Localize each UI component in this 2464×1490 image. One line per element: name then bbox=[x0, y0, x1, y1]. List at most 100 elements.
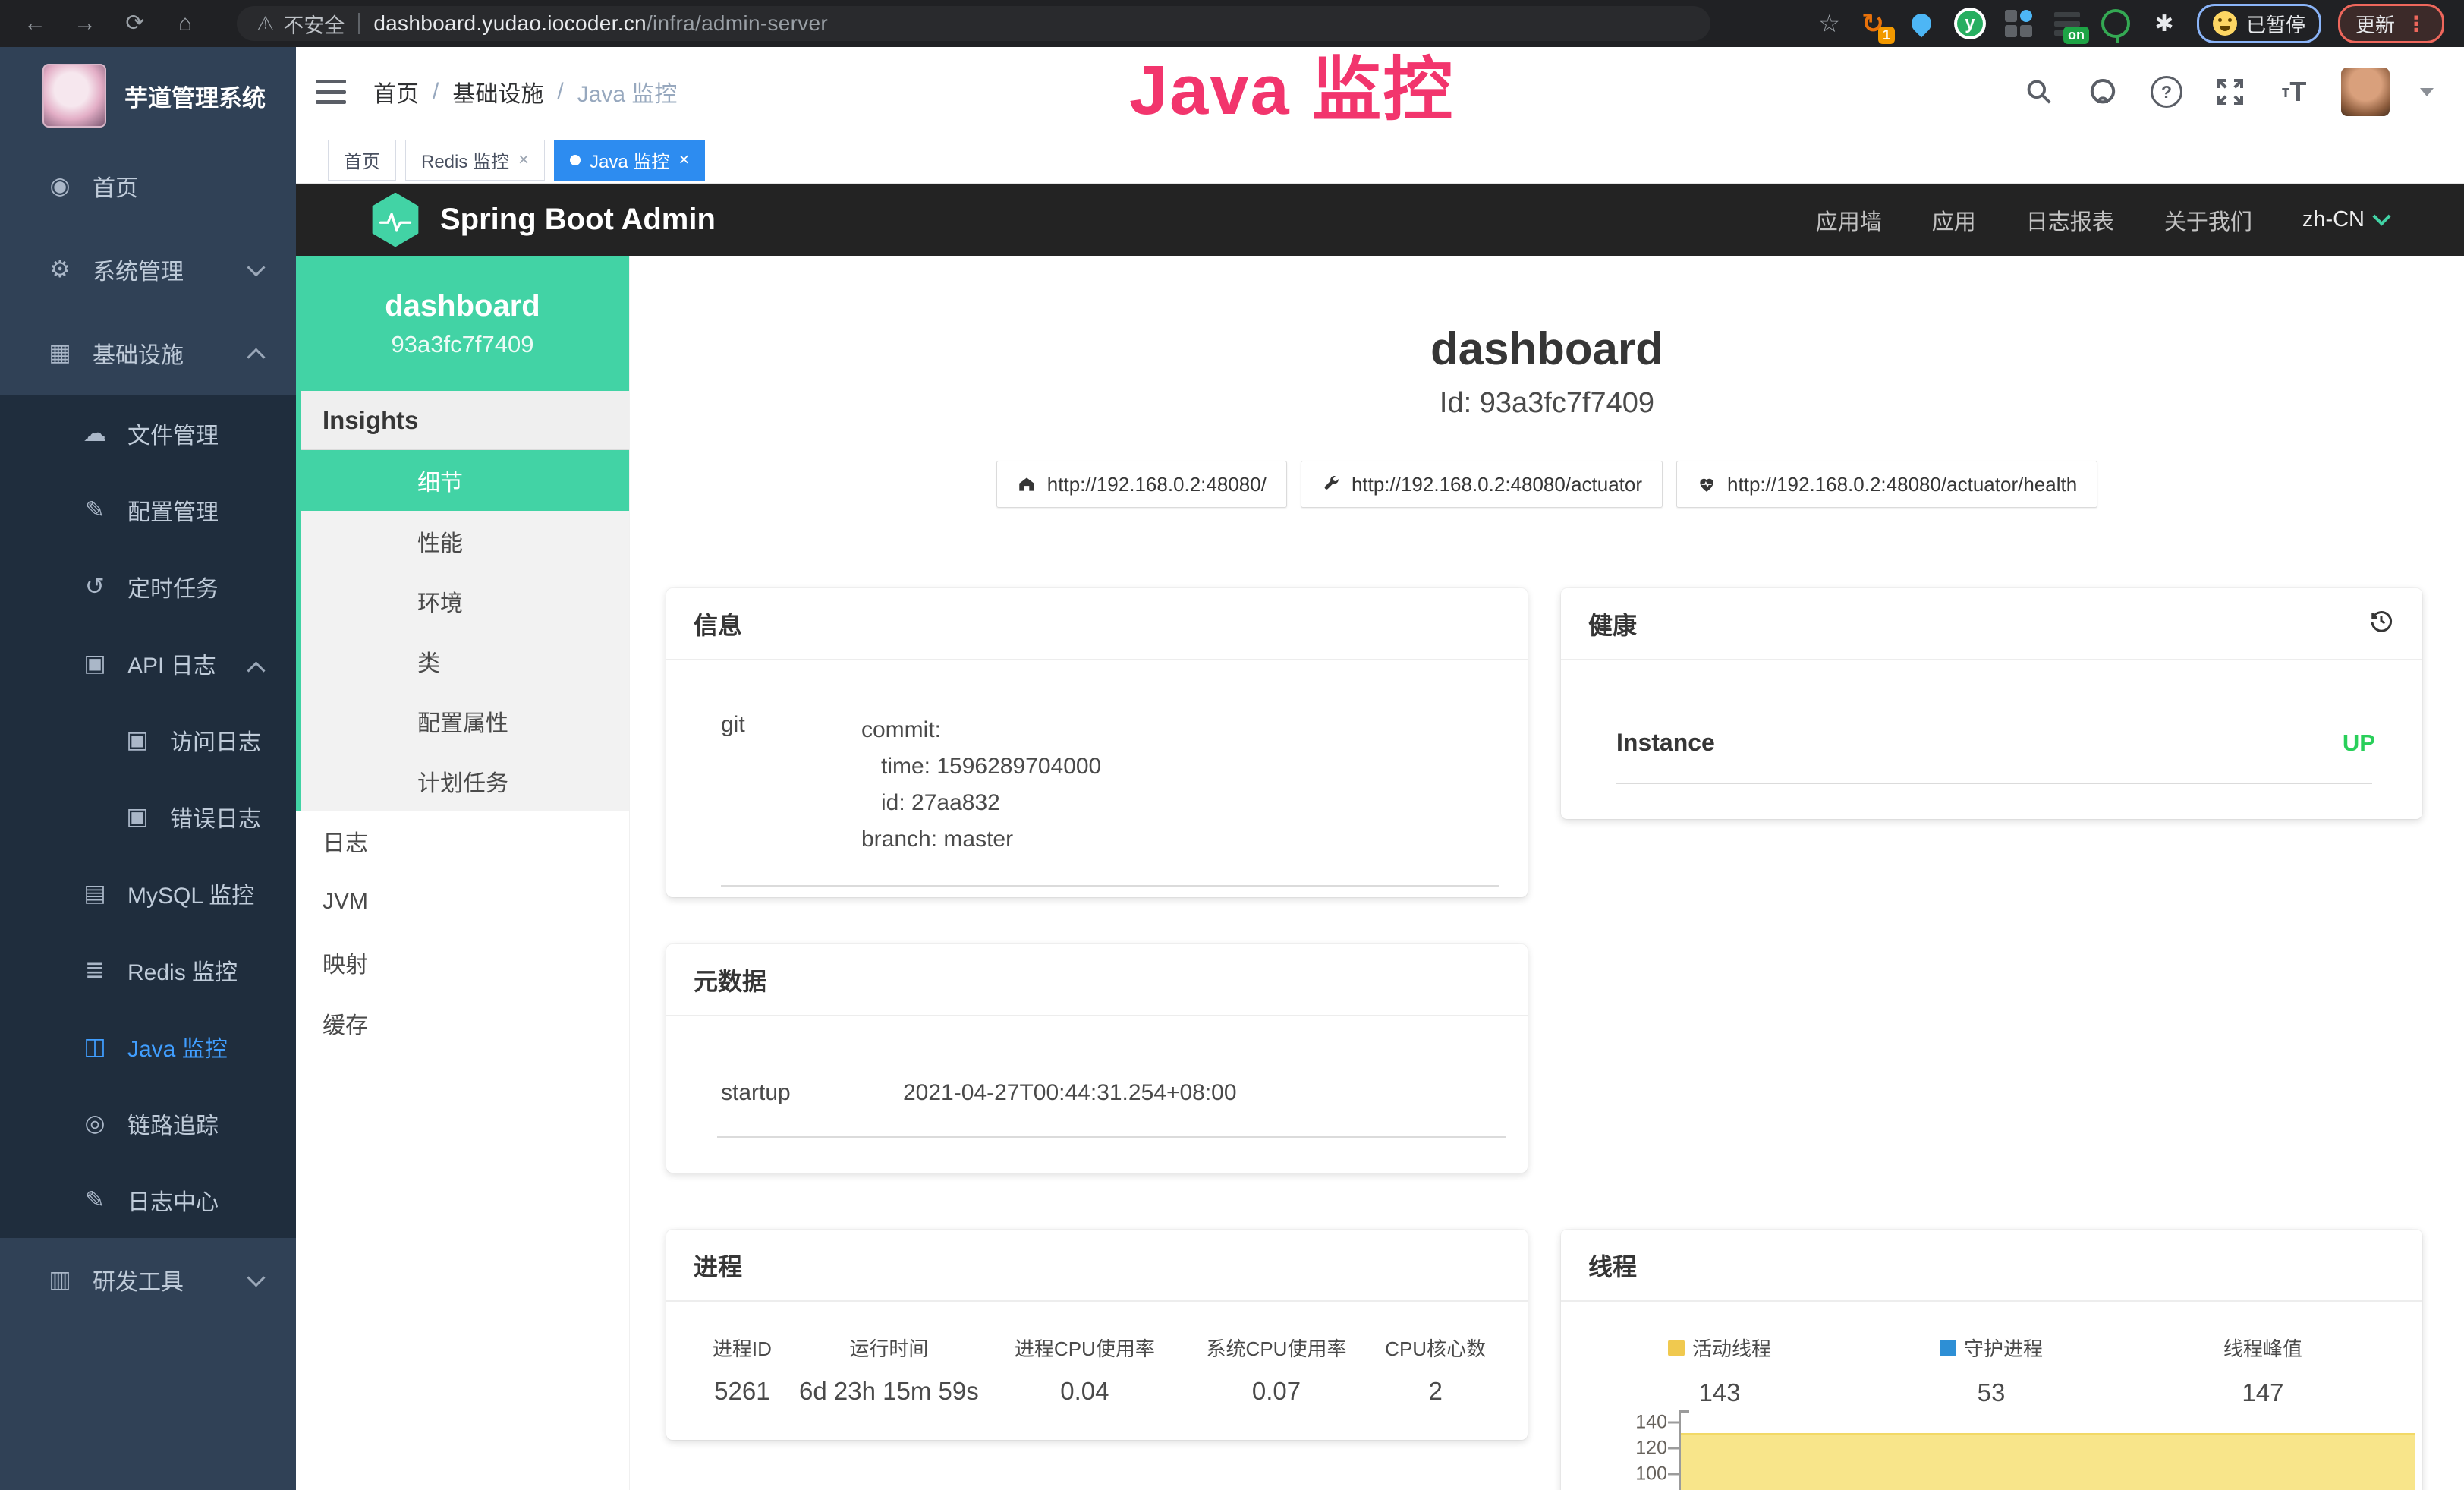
sidebar-item-mysql-monitor[interactable]: ▤ MySQL 监控 bbox=[0, 855, 296, 931]
service-url-button[interactable]: http://192.168.0.2:48080/ bbox=[996, 461, 1287, 508]
search-icon[interactable] bbox=[2022, 75, 2056, 109]
hamburger-icon[interactable] bbox=[316, 80, 346, 104]
eye-icon: ◎ bbox=[79, 1110, 111, 1137]
paused-badge[interactable]: 已暂停 bbox=[2197, 4, 2321, 43]
process-uptime: 6d 23h 15m 59s bbox=[795, 1377, 983, 1406]
screen: ← → ⟳ ⌂ ⚠ 不安全 dashboard.yudao.iocoder.cn… bbox=[0, 0, 2464, 1490]
sidebar-item-file-manage[interactable]: ☁ 文件管理 bbox=[0, 395, 296, 471]
sidebar: 芋道管理系统 ◉ 首页 ⚙ 系统管理 ▦ 基础设施 ☁ 文件管理 ✎ 配置管理 bbox=[0, 47, 296, 1490]
instance-header[interactable]: dashboard 93a3fc7f7409 bbox=[296, 256, 629, 391]
sidebar-item-api-log[interactable]: ▣ API 日志 bbox=[0, 625, 296, 701]
chevron-up-icon bbox=[247, 661, 265, 679]
info-key: git bbox=[721, 712, 861, 858]
process-card: 进程 进程ID 运行时间 进程CPU使用率 系统CPU使用率 CPU核心数 52… bbox=[666, 1230, 1528, 1440]
metadata-card: 元数据 startup 2021-04-27T00:44:31.254+08:0… bbox=[666, 944, 1528, 1173]
sba-nav-about[interactable]: 关于我们 bbox=[2164, 204, 2252, 236]
sidebar-item-java-monitor[interactable]: ◫ Java 监控 bbox=[0, 1008, 296, 1085]
sidebar-item-system[interactable]: ⚙ 系统管理 bbox=[0, 228, 296, 311]
health-url-button[interactable]: http://192.168.0.2:48080/actuator/health bbox=[1676, 461, 2097, 508]
app-logo-row[interactable]: 芋道管理系统 bbox=[0, 47, 296, 144]
sba-item-environment[interactable]: 环境 bbox=[301, 571, 629, 631]
info-card-title: 信息 bbox=[666, 588, 1528, 660]
sba-item-logs[interactable]: 日志 bbox=[296, 811, 629, 871]
edit-icon: ✎ bbox=[79, 496, 111, 524]
sba-item-classes[interactable]: 类 bbox=[301, 631, 629, 691]
update-button[interactable]: 更新 ⋮ bbox=[2338, 4, 2444, 43]
sidebar-item-access-log[interactable]: ▣ 访问日志 bbox=[0, 701, 296, 778]
status-badge: UP bbox=[2343, 729, 2375, 757]
close-icon[interactable]: × bbox=[678, 150, 689, 171]
instance-label[interactable]: Instance bbox=[1616, 729, 1715, 757]
tab-home[interactable]: 首页 bbox=[328, 140, 396, 181]
actuator-url-button[interactable]: http://192.168.0.2:48080/actuator bbox=[1301, 461, 1663, 508]
process-cpu: 0.04 bbox=[983, 1377, 1187, 1406]
tab-redis-monitor[interactable]: Redis 监控× bbox=[405, 140, 545, 181]
github-icon[interactable] bbox=[2086, 75, 2119, 109]
forward-button[interactable]: → bbox=[70, 8, 100, 39]
threads-legend: 活动线程 守护进程 线程峰值 bbox=[1561, 1334, 2422, 1362]
sba-item-jvm[interactable]: JVM bbox=[296, 871, 629, 932]
info-value: commit: time: 1596289704000 id: 27aa832 … bbox=[861, 712, 1101, 858]
extensions-puzzle-icon[interactable]: ✱ bbox=[2148, 8, 2180, 39]
address-bar[interactable]: ⚠ 不安全 dashboard.yudao.iocoder.cn/infra/a… bbox=[237, 6, 1710, 41]
extension-refresh-icon[interactable]: ↻1 bbox=[1857, 8, 1889, 39]
pin-extension-icon[interactable] bbox=[1905, 8, 1937, 39]
sba-section-insights: Insights bbox=[301, 391, 629, 450]
sba-item-details[interactable]: 细节 bbox=[301, 450, 629, 511]
sba-nav-journal[interactable]: 日志报表 bbox=[2026, 204, 2114, 236]
breadcrumb-current: Java 监控 bbox=[577, 75, 678, 109]
list-extension-icon[interactable]: on bbox=[2051, 8, 2083, 39]
sidebar-item-redis-monitor[interactable]: ≣ Redis 监控 bbox=[0, 931, 296, 1008]
health-card: 健康 Instance UP bbox=[1561, 588, 2422, 819]
sba-item-scheduled-tasks[interactable]: 计划任务 bbox=[301, 751, 629, 811]
y-extension-icon[interactable]: y bbox=[1954, 8, 1986, 39]
close-icon[interactable]: × bbox=[518, 150, 529, 171]
sidebar-item-tracing[interactable]: ◎ 链路追踪 bbox=[0, 1085, 296, 1161]
sidebar-item-infra[interactable]: ▦ 基础设施 bbox=[0, 311, 296, 395]
address-divider bbox=[358, 13, 360, 34]
sba-item-config-props[interactable]: 配置属性 bbox=[301, 691, 629, 751]
sidebar-item-error-log[interactable]: ▣ 错误日志 bbox=[0, 778, 296, 855]
history-icon: ↺ bbox=[79, 573, 111, 600]
tab-java-monitor[interactable]: Java 监控× bbox=[554, 140, 705, 181]
sba-brand-title[interactable]: Spring Boot Admin bbox=[440, 203, 716, 237]
app-logo bbox=[42, 64, 106, 128]
browser-menu-dots-icon[interactable]: ⋮ bbox=[2406, 11, 2427, 36]
process-table-header: 进程ID 运行时间 进程CPU使用率 系统CPU使用率 CPU核心数 bbox=[666, 1334, 1528, 1362]
breadcrumb-infra[interactable]: 基础设施 bbox=[452, 75, 543, 109]
avatar-caret-icon[interactable] bbox=[2420, 88, 2434, 96]
heart-pulse-icon bbox=[1697, 474, 1717, 494]
sidebar-item-scheduled-jobs[interactable]: ↺ 定时任务 bbox=[0, 548, 296, 625]
reload-button[interactable]: ⟳ bbox=[120, 8, 150, 39]
bookmark-star-icon[interactable]: ☆ bbox=[1818, 9, 1840, 38]
sba-nav-applications[interactable]: 应用 bbox=[1932, 204, 1976, 236]
browser-home-button[interactable]: ⌂ bbox=[170, 8, 200, 39]
avatar[interactable] bbox=[2341, 68, 2390, 116]
sba-header: Spring Boot Admin 应用墙 应用 日志报表 关于我们 zh-CN bbox=[296, 184, 2464, 256]
magnifier-extension-icon[interactable] bbox=[2100, 8, 2132, 39]
sidebar-item-dev-tools[interactable]: ▥ 研发工具 bbox=[0, 1238, 296, 1321]
toolbox-icon: ▥ bbox=[44, 1266, 76, 1293]
log-icon: ▣ bbox=[121, 726, 153, 754]
sidebar-item-config-manage[interactable]: ✎ 配置管理 bbox=[0, 471, 296, 548]
help-icon[interactable]: ? bbox=[2150, 75, 2183, 109]
history-icon[interactable] bbox=[2368, 607, 2395, 641]
page-title: dashboard bbox=[630, 323, 2464, 375]
sidebar-item-log-center[interactable]: ✎ 日志中心 bbox=[0, 1161, 296, 1238]
sba-item-metrics[interactable]: 性能 bbox=[301, 511, 629, 571]
spring-boot-admin-logo-icon[interactable] bbox=[370, 193, 420, 247]
font-size-icon[interactable]: тT bbox=[2277, 75, 2311, 109]
security-label[interactable]: 不安全 bbox=[283, 9, 345, 39]
cpu-cores: 2 bbox=[1366, 1377, 1505, 1406]
sba-nav-wallboard[interactable]: 应用墙 bbox=[1816, 204, 1882, 236]
back-button[interactable]: ← bbox=[20, 8, 50, 39]
sba-language-select[interactable]: zh-CN bbox=[2302, 207, 2388, 232]
sba-item-caches[interactable]: 缓存 bbox=[296, 993, 629, 1054]
fullscreen-icon[interactable] bbox=[2214, 75, 2247, 109]
sba-item-mappings[interactable]: 映射 bbox=[296, 932, 629, 993]
sidebar-item-home[interactable]: ◉ 首页 bbox=[0, 144, 296, 228]
breadcrumb-home[interactable]: 首页 bbox=[373, 75, 419, 109]
url-text[interactable]: dashboard.yudao.iocoder.cn/infra/admin-s… bbox=[373, 11, 828, 36]
sba-sidebar: dashboard 93a3fc7f7409 Insights 细节 性能 环境… bbox=[296, 256, 630, 1490]
grid-extension-icon[interactable] bbox=[2003, 8, 2034, 39]
